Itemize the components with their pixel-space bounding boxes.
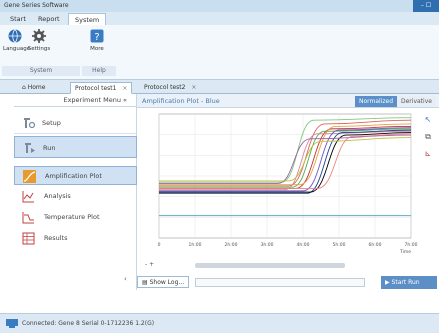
close-icon[interactable]: ×: [122, 85, 127, 92]
plot-panel: Amplification Plot - Blue Normalized Der…: [137, 94, 439, 290]
derivative-toggle[interactable]: Derivative: [397, 96, 436, 107]
tab-protocol-test1-label: Protocol test1: [75, 85, 117, 92]
title-bar: Gene Series Software – ☐: [0, 0, 439, 12]
tab-protocol-test2[interactable]: Protocol test2 ×: [140, 82, 200, 94]
bottom-controls: ▤ Show Log... ▶ Start Run: [137, 274, 439, 290]
window-title: Gene Series Software: [4, 2, 69, 9]
ribbon-group-system: System: [2, 66, 80, 76]
plot-toolbar: ↖ ⧉ ⊾: [422, 114, 436, 165]
zoom-controls[interactable]: - +: [145, 261, 154, 268]
settings-button[interactable]: Settings: [27, 28, 51, 52]
log-icon: ▤: [142, 279, 150, 286]
nav-run-label: Run: [43, 144, 56, 152]
help-button[interactable]: ? More: [85, 28, 109, 52]
home-icon: ⌂: [22, 84, 26, 91]
nav-analysis[interactable]: Analysis: [14, 187, 137, 206]
copy-tool-icon[interactable]: ⧉: [422, 131, 434, 143]
collapse-icon[interactable]: «: [123, 96, 127, 104]
nav-temperature-plot[interactable]: Temperature Plot: [14, 208, 137, 227]
x-tick-label: 0: [158, 242, 161, 248]
ribbon: Language Settings ? More System Help: [0, 25, 439, 80]
nav-results-label: Results: [44, 234, 68, 242]
menu-tabs: Start Report System: [0, 12, 439, 25]
nav-amplification-plot[interactable]: Amplification Plot: [14, 166, 137, 185]
menu-tab-report[interactable]: Report: [32, 13, 66, 25]
start-run-button[interactable]: ▶ Start Run: [381, 276, 437, 289]
zoom-row: - +: [137, 261, 437, 271]
status-bar: Connected: Gene 8 Serial 0-1712236 1.2(G…: [0, 313, 439, 333]
menu-tab-system[interactable]: System: [68, 13, 107, 25]
settings-label: Settings: [27, 46, 51, 52]
svg-text:?: ?: [94, 32, 99, 43]
language-button[interactable]: Language: [3, 28, 30, 52]
start-run-label: Start Run: [391, 279, 420, 286]
ribbon-group-help: Help: [82, 66, 116, 76]
nav-analysis-label: Analysis: [44, 192, 71, 200]
nav-run[interactable]: Run: [14, 136, 137, 158]
log-field: [195, 278, 365, 287]
experiment-menu-header: Experiment Menu «: [14, 94, 137, 107]
analysis-icon: [22, 191, 34, 203]
experiment-menu: Experiment Menu « Setup Run Amplificatio…: [14, 94, 137, 290]
tab-protocol-test1[interactable]: Protocol test1 ×: [70, 82, 133, 94]
document-tabs: ⌂ Home Protocol test1 × Protocol test2 ×: [0, 80, 439, 94]
globe-icon: [8, 29, 22, 43]
show-log-button[interactable]: ▤ Show Log...: [137, 276, 190, 288]
pointer-tool-icon[interactable]: ↖: [422, 114, 434, 126]
experiment-menu-title: Experiment Menu: [63, 96, 121, 104]
x-tick-label: 3h:00: [261, 242, 274, 248]
setup-icon: [24, 118, 36, 129]
nav-results[interactable]: Results: [14, 229, 137, 248]
menu-tab-start[interactable]: Start: [4, 13, 32, 25]
x-axis-label: Time: [399, 249, 411, 255]
plot-header: Amplification Plot - Blue Normalized Der…: [137, 94, 439, 108]
nav-temperature-plot-label: Temperature Plot: [44, 213, 100, 221]
results-icon: [22, 232, 35, 245]
temperature-icon: [22, 212, 34, 224]
show-log-label: Show Log...: [149, 279, 185, 286]
x-tick-label: 7h:00: [405, 242, 418, 248]
x-tick-label: 1h:00: [189, 242, 202, 248]
tab-home-label: Home: [27, 84, 46, 91]
window-controls[interactable]: – ☐: [413, 0, 439, 12]
horizontal-scrollbar[interactable]: [195, 263, 345, 268]
help-icon: ?: [90, 29, 104, 43]
nav-setup[interactable]: Setup: [14, 112, 137, 134]
x-tick-label: 4h:00: [297, 242, 310, 248]
nav-amplification-plot-label: Amplification Plot: [45, 172, 102, 180]
run-icon: [25, 143, 35, 153]
status-text: Connected: Gene 8 Serial 0-1712236 1.2(G…: [22, 320, 155, 327]
amplification-chart[interactable]: 0 1h:00 2h:00 3h:00 4h:00 5h:00 6h:00 7h:00Time: [139, 110, 421, 260]
amplification-icon: [23, 170, 36, 183]
tab-home[interactable]: ⌂ Home: [18, 82, 49, 94]
gear-icon: [32, 29, 46, 43]
collapse-panel-button[interactable]: ‹: [124, 275, 127, 283]
help-label: More: [90, 46, 104, 52]
x-tick-label: 5h:00: [333, 242, 346, 248]
close-icon[interactable]: ×: [191, 84, 196, 91]
x-tick-label: 2h:00: [225, 242, 238, 248]
graph-settings-icon[interactable]: ⊾: [422, 148, 434, 160]
connection-icon: [6, 319, 18, 328]
tab-protocol-test2-label: Protocol test2: [144, 84, 186, 91]
normalized-toggle[interactable]: Normalized: [355, 96, 398, 107]
x-tick-label: 6h:00: [369, 242, 382, 248]
nav-setup-label: Setup: [42, 119, 61, 127]
plot-title: Amplification Plot - Blue: [142, 97, 220, 105]
